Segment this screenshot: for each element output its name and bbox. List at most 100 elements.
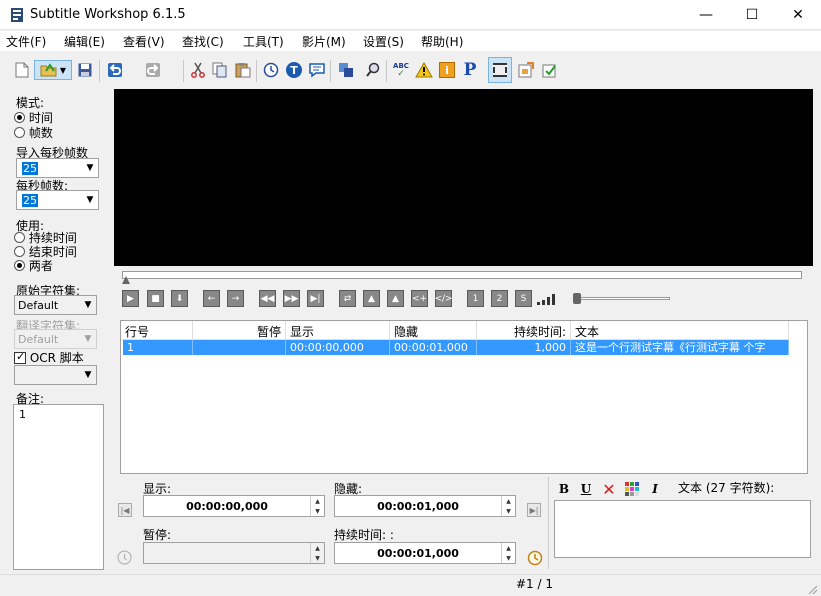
copy-icon[interactable] [210, 60, 230, 80]
chevron-down-icon: ▼ [84, 370, 92, 380]
redo-icon[interactable] [143, 60, 163, 80]
menu-settings[interactable]: 设置(S) [363, 33, 404, 50]
notes-textarea[interactable]: 1 [13, 404, 104, 570]
close-button[interactable]: ✕ [775, 0, 821, 30]
merge-icon[interactable] [336, 60, 356, 80]
col-show[interactable]: 显示 [286, 321, 390, 339]
open-file-icon[interactable]: ▼ [34, 60, 72, 80]
duration-label: 持续时间: : [334, 528, 394, 542]
stop-icon[interactable]: ■ [147, 290, 164, 307]
two-icon[interactable]: 2 [491, 290, 508, 307]
chevron-down-icon: ▼ [86, 163, 94, 173]
cut-icon[interactable] [188, 60, 208, 80]
pause-label: 暂停: [143, 528, 172, 542]
duration-clock-icon[interactable] [527, 550, 543, 566]
menu-help[interactable]: 帮助(H) [421, 33, 463, 50]
mode-frames-radio[interactable]: 帧数 [14, 124, 53, 141]
play-icon[interactable]: ▶ [122, 290, 139, 307]
pause-time-input: ▲ ▼ [143, 542, 325, 564]
table-row[interactable]: 1 00:00:00,000 00:00:01,000 1,000 这是一个行测… [123, 340, 789, 355]
translation-icon[interactable] [307, 60, 327, 80]
paste-icon[interactable] [233, 60, 253, 80]
col-hide[interactable]: 隐藏 [390, 321, 477, 339]
forward-icon[interactable]: → [227, 290, 244, 307]
menu-movie[interactable]: 影片(M) [302, 33, 346, 50]
menu-bar: 文件(F) 编辑(E) 查看(V) 查找(C) 工具(T) 影片(M) 设置(S… [0, 31, 821, 51]
minimize-button[interactable]: — [683, 0, 729, 30]
clear-format-icon[interactable]: ✕ [601, 480, 617, 499]
chevron-down-icon: ▼ [84, 300, 92, 310]
cell-pause [193, 340, 286, 355]
resize-grip-icon[interactable] [806, 583, 818, 595]
title-bar: Subtitle Workshop 6.1.5 — ☐ ✕ [0, 0, 821, 30]
color-palette-icon[interactable] [624, 481, 640, 497]
set-end-icon[interactable]: ▲ [387, 290, 404, 307]
show-time-input[interactable]: 00:00:00,000 ▲ ▼ [143, 495, 325, 517]
rewind-icon[interactable]: ◀◀ [259, 290, 276, 307]
set-start-icon[interactable]: ▲ [363, 290, 380, 307]
cell-duration: 1,000 [477, 340, 571, 355]
toolbar: ▼ ▼ ▼ T ABC✓ i P [0, 52, 821, 126]
underline-button[interactable]: U [578, 481, 594, 497]
bold-button[interactable]: B [556, 481, 572, 497]
ocr-select[interactable]: ▼ [14, 365, 97, 385]
pause-clock-icon [117, 550, 132, 565]
hide-time-input[interactable]: 00:00:01,000 ▲ ▼ [334, 495, 516, 517]
video-preview-icon[interactable] [488, 57, 512, 83]
spin-icon[interactable]: ▲ ▼ [501, 496, 515, 516]
info-icon[interactable]: i [437, 60, 457, 80]
prev-subtitle-icon[interactable]: |◀ [118, 503, 132, 517]
apply-both-radio[interactable]: 两者 [14, 257, 53, 274]
subtitle-grid: 行号 暂停 显示 隐藏 持续时间: 文本 1 00:00:00,000 00:0… [120, 320, 808, 474]
load-video-icon[interactable] [516, 60, 536, 80]
grid-header: 行号 暂停 显示 隐藏 持续时间: 文本 [121, 321, 789, 340]
next-subtitle-icon[interactable]: ▶| [527, 503, 541, 517]
timing-icon[interactable] [261, 60, 281, 80]
col-num[interactable]: 行号 [121, 321, 193, 339]
seek-bar[interactable] [122, 271, 802, 279]
one-icon[interactable]: 1 [467, 290, 484, 307]
video-player[interactable] [114, 89, 813, 266]
p-icon[interactable]: P [460, 60, 480, 80]
search-icon[interactable] [363, 60, 383, 80]
spin-icon[interactable]: ▲ ▼ [501, 543, 515, 563]
orig-charset-select[interactable]: Default ▼ [14, 295, 97, 315]
duration-time-input[interactable]: 00:00:01,000 ▲ ▼ [334, 542, 516, 564]
fast-forward-icon[interactable]: ▶▶ [283, 290, 300, 307]
text-icon[interactable]: T [284, 60, 304, 80]
down-icon[interactable]: ⬇ [171, 290, 188, 307]
new-file-icon[interactable] [12, 60, 32, 80]
shift-right-icon[interactable]: </> [434, 290, 453, 307]
spin-icon[interactable]: ▲ ▼ [310, 496, 324, 516]
ocr-checkbox[interactable]: OCR 脚本 [14, 349, 84, 366]
chevron-down-icon: ▼ [84, 334, 92, 344]
import-fps-select[interactable]: 25 ▼ [16, 158, 99, 178]
fps-select[interactable]: 25 ▼ [16, 190, 99, 210]
volume-slider-thumb[interactable] [573, 293, 581, 304]
menu-edit[interactable]: 编辑(E) [64, 33, 105, 50]
warning-icon[interactable] [414, 60, 434, 80]
maximize-button[interactable]: ☐ [729, 0, 775, 30]
menu-file[interactable]: 文件(F) [6, 33, 46, 50]
menu-view[interactable]: 查看(V) [123, 33, 165, 50]
back-icon[interactable]: ← [203, 290, 220, 307]
volume-slider[interactable] [576, 297, 670, 300]
italic-button[interactable]: I [647, 481, 663, 497]
col-text[interactable]: 文本 [571, 321, 789, 339]
save-icon[interactable] [75, 60, 95, 80]
seek-thumb-icon[interactable] [122, 276, 130, 284]
trans-charset-select: Default ▼ [14, 329, 97, 349]
undo-icon[interactable] [105, 60, 125, 80]
status-bar: #1 / 1 [0, 574, 821, 596]
frame-step-icon[interactable]: ▶| [307, 290, 324, 307]
spellcheck-icon[interactable]: ABC ✓ [391, 60, 411, 80]
col-duration[interactable]: 持续时间: [477, 321, 571, 339]
col-pause[interactable]: 暂停 [193, 321, 286, 339]
check-icon[interactable] [540, 60, 560, 80]
subtitle-text-input[interactable] [554, 500, 811, 558]
menu-tools[interactable]: 工具(T) [243, 33, 284, 50]
shift-left-icon[interactable]: <+ [411, 290, 428, 307]
menu-find[interactable]: 查找(C) [182, 33, 224, 50]
s-icon[interactable]: S [515, 290, 532, 307]
loop-icon[interactable]: ⇄ [339, 290, 356, 307]
